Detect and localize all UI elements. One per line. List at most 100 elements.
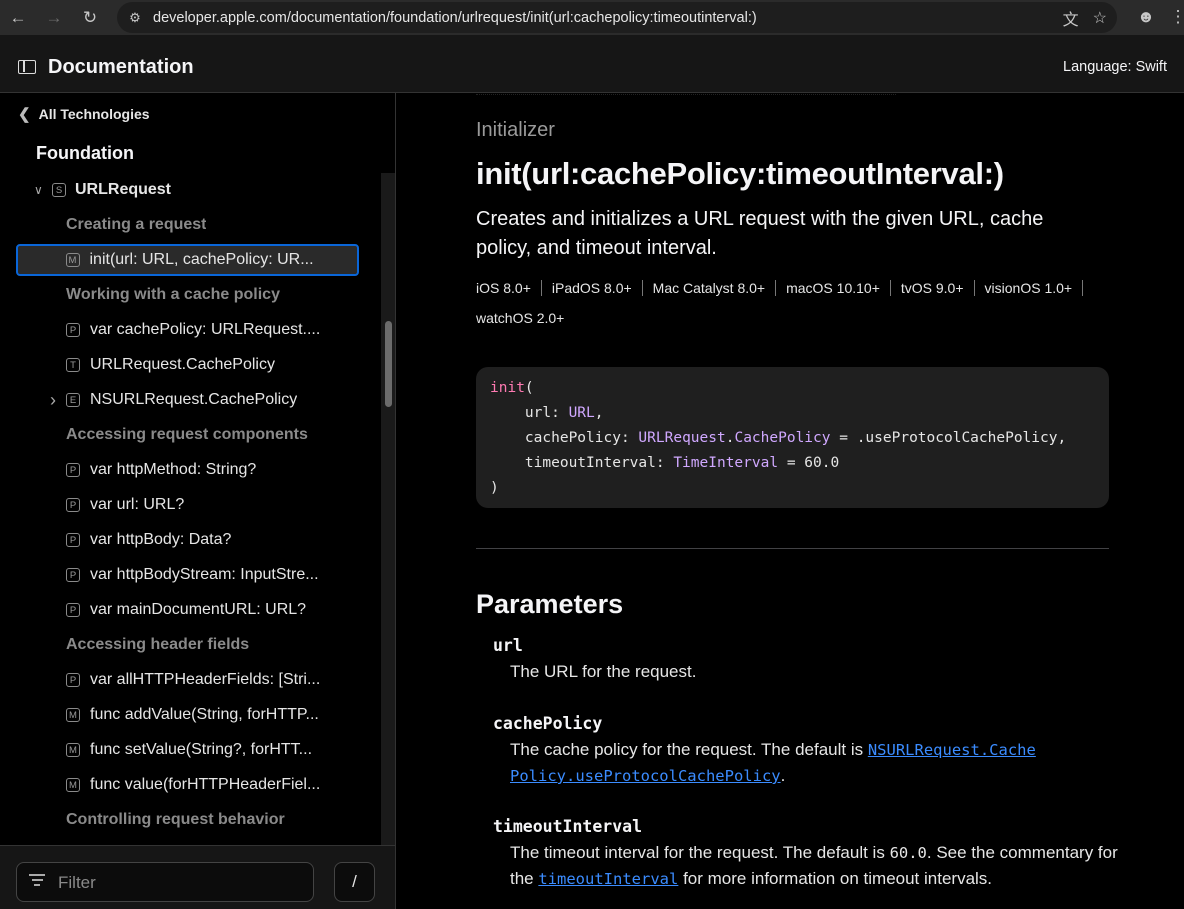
filter-shortcut-button[interactable]: / xyxy=(334,862,375,902)
chevron-left-icon: ❮ xyxy=(18,106,31,123)
sidebar-item-label[interactable]: URLRequest.CachePolicy xyxy=(90,356,275,374)
code-timeout-default: = 60.0 xyxy=(778,455,840,471)
sidebar-heading-creating-a-request: Creating a request xyxy=(0,208,381,242)
declaration-code: init( url: URL, cachePolicy: URLRequest.… xyxy=(476,367,1109,508)
code-cache-type-b[interactable]: CachePolicy xyxy=(734,430,830,446)
forward-arrow-icon[interactable]: → xyxy=(36,0,72,35)
availability-macos: macOS 10.10+ xyxy=(786,280,891,296)
sidebar-item-label[interactable]: func addValue(String, forHTTP... xyxy=(90,706,319,724)
sidebar-item-label[interactable]: func setValue(String?, forHTT... xyxy=(90,741,312,759)
filter-input[interactable] xyxy=(58,871,298,895)
sidebar-item-label: Working with a cache policy xyxy=(66,286,280,303)
param-desc-cachepolicy: The cache policy for the request. The de… xyxy=(510,737,1120,789)
sidebar-item-var-cachepolicy-urlrequest[interactable]: Pvar cachePolicy: URLRequest.... xyxy=(0,313,381,347)
reload-icon[interactable]: ↻ xyxy=(72,0,108,35)
availability-visionos: visionOS 1.0+ xyxy=(985,280,1084,296)
address-bar[interactable]: ⚙ developer.apple.com/documentation/foun… xyxy=(117,2,1117,33)
symbol-kind-p-icon: P xyxy=(66,533,80,547)
link-text-part2[interactable]: Policy.useProtocolCachePolicy xyxy=(510,767,781,785)
sidebar-item-init-url-url-cachepolicy-ur[interactable]: Minit(url: URL, cachePolicy: UR... xyxy=(16,244,359,276)
page-title: init(url:cachePolicy:timeoutInterval:) xyxy=(476,156,1004,191)
all-technologies-link[interactable]: ❮ All Technologies xyxy=(18,105,150,123)
param-desc-suffix: . xyxy=(780,766,786,785)
chevron-down-icon[interactable]: ∨ xyxy=(34,183,43,197)
link-text-part1[interactable]: NSURLRequest.Cache xyxy=(868,741,1036,759)
param-name-cachepolicy: cachePolicy xyxy=(493,714,603,733)
sidebar-item-urlrequest[interactable]: ∨ S URLRequest xyxy=(0,173,381,207)
availability-list: iOS 8.0+ iPadOS 8.0+ Mac Catalyst 8.0+ macO… xyxy=(476,273,1116,333)
sidebar-item-var-httpmethod-string[interactable]: Pvar httpMethod: String? xyxy=(0,453,381,487)
framework-title[interactable]: Foundation xyxy=(36,143,134,164)
code-timeout-label: timeoutInterval: xyxy=(524,455,674,471)
code-cache-default: = .useProtocolCachePolicy, xyxy=(830,430,1067,446)
sidebar-toggle-icon[interactable] xyxy=(18,60,36,74)
sidebar-item-var-url-url[interactable]: Pvar url: URL? xyxy=(0,488,381,522)
sidebar-item-func-addvalue-string-forhttp[interactable]: Mfunc addValue(String, forHTTP... xyxy=(0,698,381,732)
symbol-kind-p-icon: P xyxy=(66,463,80,477)
sidebar-item-nsurlrequest-cachepolicy[interactable]: › E NSURLRequest.CachePolicy xyxy=(0,383,381,417)
all-technologies-label[interactable]: All Technologies xyxy=(39,106,150,122)
back-arrow-icon[interactable]: ← xyxy=(0,0,36,35)
main-content: Initializer init(url:cachePolicy:timeout… xyxy=(396,93,1184,909)
code-cache-type-a[interactable]: URLRequest xyxy=(638,430,725,446)
symbol-kind-p-icon: P xyxy=(66,498,80,512)
sidebar-item-label[interactable]: var httpBody: Data? xyxy=(90,531,231,549)
sidebar-item-var-httpbody-data[interactable]: Pvar httpBody: Data? xyxy=(0,523,381,557)
parameters-heading: Parameters xyxy=(476,589,624,619)
symbol-kind-m-icon: M xyxy=(66,708,80,722)
sidebar-item-label[interactable]: init(url: URL, cachePolicy: UR... xyxy=(90,251,314,269)
sidebar-item-label[interactable]: var url: URL? xyxy=(90,496,184,514)
sidebar-item-func-value-forhttpheaderfiel[interactable]: Mfunc value(forHTTPHeaderFiel... xyxy=(0,768,381,802)
abstract: Creates and initializes a URL request wi… xyxy=(476,208,1044,259)
scrollbar-thumb[interactable] xyxy=(385,321,392,407)
symbol-kind-p-icon: P xyxy=(66,673,80,687)
code-url-sep: , xyxy=(594,405,604,421)
sidebar-scrollbar[interactable] xyxy=(381,173,395,845)
sidebar-item-var-allhttpheaderfields-stri[interactable]: Pvar allHTTPHeaderFields: [Stri... xyxy=(0,663,381,697)
site-info-icon[interactable]: ⚙ xyxy=(119,10,151,26)
sidebar-item-label[interactable]: NSURLRequest.CachePolicy xyxy=(90,391,297,409)
filter-icon xyxy=(29,874,45,888)
docs-title[interactable]: Documentation xyxy=(48,56,194,79)
param-name-timeoutinterval: timeoutInterval xyxy=(493,817,643,836)
code-timeout-type[interactable]: TimeInterval xyxy=(673,455,778,471)
chevron-right-icon[interactable]: › xyxy=(50,390,56,411)
sidebar-item-label[interactable]: var mainDocumentURL: URL? xyxy=(90,601,306,619)
sidebar-item-label[interactable]: var httpBodyStream: InputStre... xyxy=(90,566,319,584)
translate-icon[interactable]: 文 xyxy=(1063,6,1079,30)
sidebar-item-label[interactable]: func value(forHTTPHeaderFiel... xyxy=(90,776,320,794)
availability-tvos: tvOS 9.0+ xyxy=(901,280,975,296)
symbol-kind-e-icon: E xyxy=(66,393,80,407)
param-desc-text: The timeout interval for the request. Th… xyxy=(510,843,890,862)
more-menu-icon[interactable]: ⋮ xyxy=(1170,5,1184,29)
docs-header: Documentation Language: Swift xyxy=(0,35,1184,93)
sidebar-item-label[interactable]: var cachePolicy: URLRequest.... xyxy=(90,321,320,339)
sidebar-item-label[interactable]: var allHTTPHeaderFields: [Stri... xyxy=(90,671,320,689)
sidebar-item-var-maindocumenturl-url[interactable]: Pvar mainDocumentURL: URL? xyxy=(0,593,381,627)
code-url-type[interactable]: URL xyxy=(569,405,595,421)
filter-field[interactable] xyxy=(16,862,314,902)
sidebar-item-var-httpbodystream-inputstre[interactable]: Pvar httpBodyStream: InputStre... xyxy=(0,558,381,592)
code-open-paren: ( xyxy=(524,380,534,396)
url-text[interactable]: developer.apple.com/documentation/founda… xyxy=(153,10,757,26)
symbol-kind-p-icon: P xyxy=(66,603,80,617)
language-toggle[interactable]: Language: Swift xyxy=(1063,59,1167,75)
sidebar-item-urlrequest-cachepolicy[interactable]: T URLRequest.CachePolicy xyxy=(0,348,381,382)
timeout-interval-link[interactable]: timeoutInterval xyxy=(538,870,678,888)
sidebar-item-func-setvalue-string-forhtt[interactable]: Mfunc setValue(String?, forHTT... xyxy=(0,733,381,767)
profile-icon[interactable]: ☻ xyxy=(1134,5,1158,29)
filter-bar: / xyxy=(0,845,395,909)
availability-watchos: watchOS 2.0+ xyxy=(476,310,565,326)
breadcrumb-remnant xyxy=(476,93,896,95)
param-name-url: url xyxy=(493,636,523,655)
param-desc-suffix: for more information on timeout interval… xyxy=(678,869,993,888)
sidebar-heading-accessing-request-components: Accessing request components xyxy=(0,418,381,452)
code-close-paren: ) xyxy=(490,480,499,496)
sidebar-item-label: Controlling request behavior xyxy=(66,811,285,828)
browser-toolbar: ← → ↻ ⚙ developer.apple.com/documentatio… xyxy=(0,0,1184,35)
sidebar-item-label: Accessing request components xyxy=(66,426,308,443)
sidebar-item-label[interactable]: var httpMethod: String? xyxy=(90,461,256,479)
code-url-label: url: xyxy=(524,405,569,421)
bookmark-star-icon[interactable]: ☆ xyxy=(1093,8,1107,28)
sidebar-item-label[interactable]: URLRequest xyxy=(75,181,171,199)
